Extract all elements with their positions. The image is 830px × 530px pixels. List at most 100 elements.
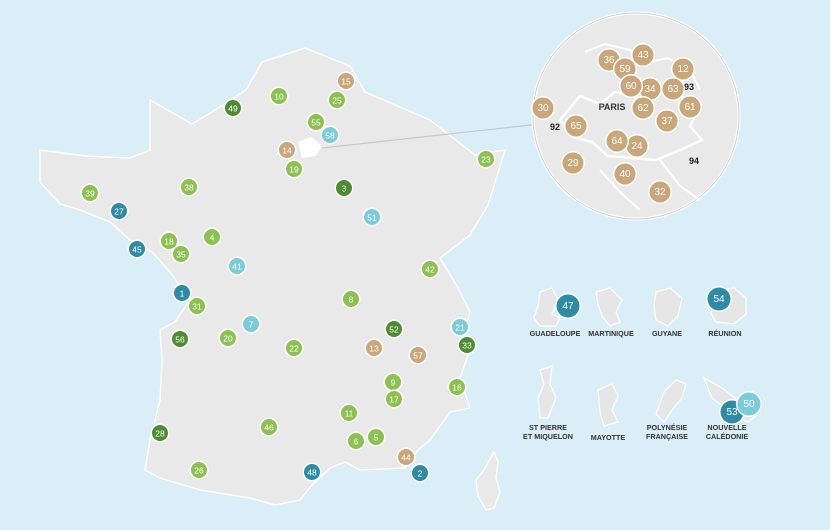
marker-13[interactable]: 13 [364,338,384,358]
martinique-shape [595,287,623,327]
marker-label: 38 [184,183,194,193]
marker-15[interactable]: 15 [336,71,356,91]
marker-3[interactable]: 3 [334,178,354,198]
marker-45[interactable]: 45 [127,239,147,259]
marker-37[interactable]: 37 [654,108,680,134]
marker-56[interactable]: 56 [170,329,190,349]
marker-22[interactable]: 22 [284,338,304,358]
marker-11[interactable]: 11 [339,403,359,423]
marker-label: 40 [619,169,631,180]
marker-label: 41 [232,262,242,272]
marker-41[interactable]: 41 [227,256,247,276]
marker-30[interactable]: 30 [530,95,556,121]
marker-27[interactable]: 27 [109,201,129,221]
marker-42[interactable]: 42 [420,259,440,279]
marker-21[interactable]: 21 [450,317,470,337]
marker-17[interactable]: 17 [384,389,404,409]
marker-label: 11 [345,409,354,419]
marker-label: 28 [155,429,165,439]
marker-62[interactable]: 62 [630,95,656,121]
marker-6[interactable]: 6 [346,431,366,451]
marker-35[interactable]: 35 [171,244,191,264]
dept-94: 94 [689,156,699,166]
map-stage: PARIS 92 93 94 GUADELOUPE MARTINIQUE GUYAN… [0,0,830,530]
marker-14[interactable]: 14 [277,140,297,160]
marker-46[interactable]: 46 [259,417,279,437]
marker-33[interactable]: 33 [457,335,477,355]
marker-64[interactable]: 64 [604,128,630,154]
marker-52[interactable]: 52 [384,319,404,339]
marker-label: 15 [341,77,351,87]
marker-51[interactable]: 51 [362,207,382,227]
marker-32[interactable]: 32 [647,179,673,205]
marker-48[interactable]: 48 [302,462,322,482]
marker-label: 44 [401,453,411,463]
marker-29[interactable]: 29 [560,150,586,176]
marker-54[interactable]: 54 [705,285,733,313]
territory-label-7: NOUVELLE CALÉDONIE [706,423,749,441]
territory-label-5: MAYOTTE [591,433,626,442]
marker-label: 9 [391,378,396,388]
marker-1[interactable]: 1 [172,283,192,303]
marker-58[interactable]: 58 [320,125,340,145]
marker-65[interactable]: 65 [563,113,589,139]
marker-label: 14 [282,146,292,156]
polynesie-shape [655,379,687,423]
territory-label-2: GUYANE [652,329,682,338]
marker-49[interactable]: 49 [223,98,243,118]
marker-label: 56 [175,335,185,345]
marker-label: 1 [180,289,185,299]
marker-label: 53 [726,407,738,418]
marker-label: 64 [611,136,623,147]
marker-label: 10 [274,92,284,102]
marker-60[interactable]: 60 [618,73,644,99]
marker-4[interactable]: 4 [202,227,222,247]
marker-label: 16 [452,383,462,393]
marker-label: 58 [325,131,335,141]
marker-7[interactable]: 7 [241,314,261,334]
marker-label: 48 [307,468,317,478]
marker-label: 30 [537,103,549,114]
territory-label-6: POLYNÉSIE FRANÇAISE [646,423,688,441]
marker-10[interactable]: 10 [269,86,289,106]
marker-label: 21 [455,323,465,333]
marker-label: 62 [637,103,649,114]
marker-label: 52 [389,325,399,335]
marker-8[interactable]: 8 [341,289,361,309]
marker-40[interactable]: 40 [612,161,638,187]
marker-label: 55 [311,118,321,128]
marker-28[interactable]: 28 [150,423,170,443]
marker-label: 6 [354,437,359,447]
marker-23[interactable]: 23 [476,149,496,169]
marker-label: 25 [332,96,342,106]
marker-47[interactable]: 47 [554,292,582,320]
marker-57[interactable]: 57 [408,345,428,365]
marker-63[interactable]: 63 [660,76,686,102]
marker-16[interactable]: 16 [447,377,467,397]
marker-61[interactable]: 61 [677,94,703,120]
marker-label: 61 [684,102,696,113]
marker-26[interactable]: 26 [189,460,209,480]
marker-label: 46 [264,423,274,433]
marker-5[interactable]: 5 [366,427,386,447]
marker-19[interactable]: 19 [284,159,304,179]
marker-20[interactable]: 20 [218,328,238,348]
marker-50[interactable]: 50 [735,390,763,418]
dept-93: 93 [684,82,694,92]
territory-label-1: MARTINIQUE [588,329,634,338]
marker-2[interactable]: 2 [410,463,430,483]
paris-label: PARIS [599,102,626,112]
marker-25[interactable]: 25 [327,90,347,110]
marker-39[interactable]: 39 [80,183,100,203]
marker-label: 32 [654,187,666,198]
dept-92: 92 [550,122,560,132]
marker-55[interactable]: 55 [306,112,326,132]
marker-44[interactable]: 44 [396,447,416,467]
marker-label: 29 [567,158,579,169]
marker-label: 22 [289,344,299,354]
marker-31[interactable]: 31 [187,296,207,316]
marker-38[interactable]: 38 [179,177,199,197]
marker-label: 36 [603,55,615,66]
marker-9[interactable]: 9 [383,372,403,392]
marker-label: 47 [562,301,574,312]
